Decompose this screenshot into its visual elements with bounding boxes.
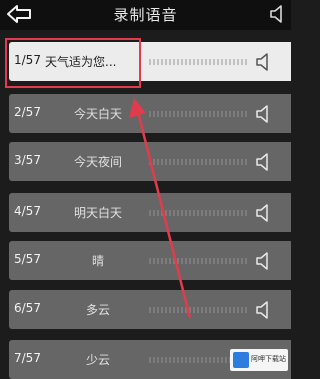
header-bar: 录制语音 bbox=[0, 0, 291, 30]
item-index: 5/57 bbox=[14, 252, 41, 266]
item-index: 3/57 bbox=[14, 153, 41, 167]
speaker-icon[interactable] bbox=[255, 52, 277, 72]
list-item[interactable]: 2/57 今天白天 bbox=[9, 94, 291, 133]
list-item[interactable]: 4/57 明天白天 bbox=[9, 193, 291, 232]
speaker-icon[interactable] bbox=[268, 4, 291, 24]
speaker-icon[interactable] bbox=[255, 152, 277, 172]
item-index: 2/57 bbox=[14, 105, 41, 119]
speaker-icon[interactable] bbox=[255, 251, 277, 271]
item-label: 今天夜间 bbox=[73, 155, 122, 169]
waveform-placeholder bbox=[149, 111, 249, 117]
waveform-placeholder bbox=[149, 210, 249, 216]
item-index: 4/57 bbox=[14, 204, 41, 218]
item-label: 明天白天 bbox=[73, 206, 122, 220]
item-index: 7/57 bbox=[14, 351, 41, 365]
waveform-placeholder bbox=[149, 59, 249, 65]
speaker-icon[interactable] bbox=[255, 203, 277, 223]
watermark-badge: 阿呷下载站 bbox=[230, 349, 288, 371]
waveform-placeholder bbox=[149, 307, 249, 313]
list-item[interactable]: 3/57 今天夜间 bbox=[9, 142, 291, 181]
site-logo-icon bbox=[233, 352, 249, 368]
waveform-placeholder bbox=[149, 258, 249, 264]
speaker-icon[interactable] bbox=[255, 104, 277, 124]
item-label: 今天白天 bbox=[73, 107, 122, 121]
item-index: 6/57 bbox=[14, 301, 41, 315]
watermark-text: 阿呷下载站 bbox=[251, 355, 286, 363]
list-item[interactable]: 6/57 多云 bbox=[9, 290, 291, 329]
selection-highlight-box bbox=[5, 38, 141, 88]
speaker-icon[interactable] bbox=[255, 300, 277, 320]
item-label: 多云 bbox=[85, 303, 110, 317]
page-title: 录制语音 bbox=[113, 6, 178, 24]
item-label: 晴 bbox=[91, 254, 104, 268]
waveform-placeholder bbox=[149, 159, 249, 165]
list-item[interactable]: 5/57 晴 bbox=[9, 241, 291, 280]
item-label: 少云 bbox=[85, 353, 110, 367]
